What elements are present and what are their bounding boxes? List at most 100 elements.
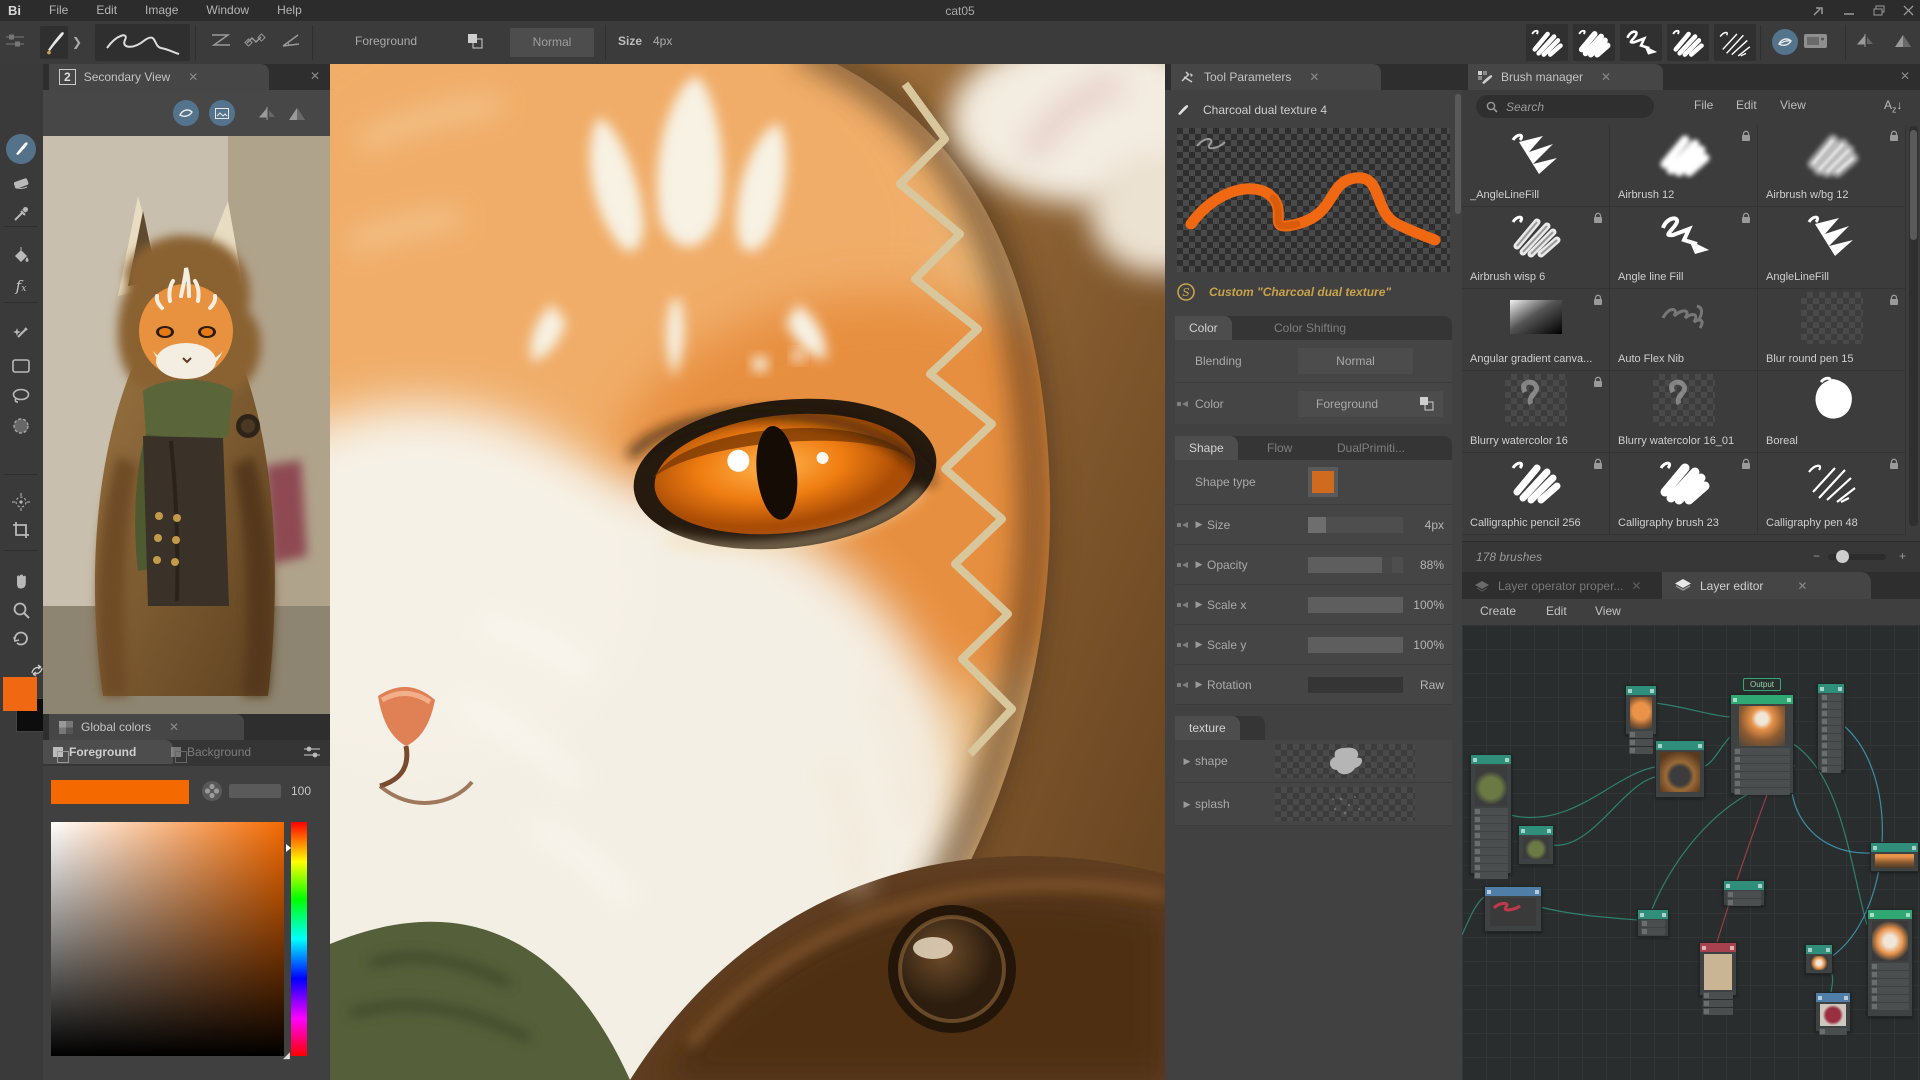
fill-bucket-tool[interactable] — [5, 242, 37, 270]
tab-dualprimitive[interactable]: DualPrimiti... — [1323, 436, 1419, 460]
tool-parameters-tab[interactable]: Tool Parameters ✕ — [1171, 64, 1381, 90]
blend-mode-button[interactable]: Normal — [510, 28, 594, 57]
node-layer-row[interactable] — [1871, 987, 1909, 994]
expander-icon[interactable]: ▶ — [1191, 559, 1207, 570]
tab-close-icon[interactable]: ✕ — [1601, 70, 1611, 84]
menu-edit[interactable]: Edit — [1546, 604, 1567, 618]
node-layer-row[interactable] — [1703, 1000, 1733, 1007]
layer-node[interactable] — [1730, 694, 1794, 794]
tool-options-icon[interactable] — [4, 33, 26, 49]
swap-colors-icon[interactable] — [30, 664, 44, 677]
sort-az-icon[interactable]: Az↓ — [1884, 98, 1903, 114]
expander-icon[interactable]: ▶ — [1191, 679, 1207, 690]
layer-node[interactable] — [1655, 740, 1705, 798]
node-layer-row[interactable] — [1474, 856, 1508, 863]
expander-icon[interactable]: ▶ — [1179, 799, 1195, 810]
menu-help[interactable]: Help — [263, 0, 316, 21]
tab-background[interactable]: Background — [161, 740, 291, 764]
panel-close-icon[interactable]: ✕ — [310, 69, 320, 83]
pen-pressure-icon[interactable] — [1177, 600, 1191, 610]
tab-close-icon[interactable]: ✕ — [1309, 70, 1319, 84]
node-header[interactable] — [1638, 910, 1668, 919]
color-options-icon[interactable] — [302, 745, 322, 759]
smoothing-angle-icon[interactable] — [280, 31, 302, 51]
node-layer-row[interactable] — [1734, 780, 1790, 787]
brush-manager-tab[interactable]: Brush manager ✕ — [1468, 64, 1663, 90]
brush-item[interactable]: Blurry watercolor 16 — [1462, 371, 1610, 453]
pen-pressure-icon[interactable] — [1177, 560, 1191, 570]
hue-bar[interactable] — [291, 822, 307, 1056]
node-layer-row[interactable] — [1819, 1028, 1847, 1035]
texture-row-splash[interactable]: ▶splash — [1175, 783, 1452, 826]
current-tool-button[interactable] — [40, 26, 68, 59]
node-layer-row[interactable] — [1474, 832, 1508, 839]
layer-node[interactable] — [1817, 683, 1845, 771]
minimize-icon[interactable] — [1843, 6, 1855, 16]
brush-item[interactable]: Airbrush wisp 6 — [1462, 207, 1610, 289]
rotate-canvas-tool[interactable] — [5, 624, 37, 652]
node-layer-row[interactable] — [1734, 748, 1790, 755]
node-header[interactable] — [1700, 943, 1736, 952]
node-layer-row[interactable] — [1871, 1003, 1909, 1010]
node-layer-row[interactable] — [1474, 864, 1508, 871]
secondary-view-image[interactable] — [43, 136, 330, 714]
stroke-style-preview[interactable] — [95, 24, 190, 61]
global-colors-tab[interactable]: Global colors ✕ — [49, 714, 244, 740]
rectangle-select-tool[interactable] — [5, 352, 37, 380]
mirror-icon[interactable] — [259, 105, 277, 122]
menu-view[interactable]: View — [1595, 604, 1621, 618]
layer-node[interactable] — [1723, 880, 1765, 906]
layer-node[interactable] — [1699, 942, 1737, 996]
node-header[interactable] — [1471, 755, 1511, 764]
node-layer-row[interactable] — [1727, 899, 1761, 906]
navigator-toggle-button[interactable] — [1772, 29, 1798, 55]
sv-picker[interactable] — [51, 822, 284, 1056]
brush-item[interactable]: Airbrush 12 — [1610, 125, 1758, 207]
panel-close-icon[interactable]: ✕ — [1900, 69, 1910, 83]
zoom-tool[interactable] — [5, 596, 37, 624]
texture-tab-label[interactable]: texture — [1175, 716, 1240, 740]
node-layer-row[interactable] — [1821, 718, 1841, 725]
brush-search-input[interactable]: Search — [1476, 95, 1654, 118]
magic-pen-tool[interactable] — [5, 320, 37, 348]
slider-row-size[interactable]: ▶Size4px — [1175, 505, 1452, 545]
lasso-tool[interactable] — [5, 382, 37, 410]
hue-marker[interactable] — [286, 844, 291, 852]
node-layer-row[interactable] — [1734, 756, 1790, 763]
smoothing-chain-icon[interactable] — [244, 31, 266, 51]
menu-create[interactable]: Create — [1480, 604, 1516, 618]
tab-close-icon[interactable]: ✕ — [1797, 579, 1807, 593]
recent-brush-thumbnail[interactable] — [1620, 24, 1662, 61]
size-value[interactable]: 4px — [653, 34, 672, 48]
recent-brush-thumbnail[interactable] — [1526, 24, 1568, 61]
node-header[interactable] — [1485, 887, 1541, 896]
brush-item[interactable]: Boreal — [1758, 371, 1906, 453]
tab-foreground[interactable]: Foreground — [43, 740, 173, 764]
tab-color[interactable]: Color — [1175, 316, 1232, 340]
tab-close-icon[interactable]: ✕ — [169, 720, 179, 734]
node-layer-row[interactable] — [1474, 872, 1508, 879]
node-layer-row[interactable] — [1727, 891, 1761, 898]
smoothing-zigzag-icon[interactable] — [210, 31, 232, 51]
brush-item[interactable]: Calligraphy brush 23 — [1610, 453, 1758, 535]
flip-view-icon[interactable] — [1893, 32, 1913, 49]
thumb-size-slider[interactable] — [1828, 554, 1886, 560]
node-layer-row[interactable] — [1734, 764, 1790, 771]
brush-tool[interactable] — [6, 134, 36, 164]
node-header[interactable] — [1871, 843, 1918, 852]
brush-item[interactable]: Angle line Fill — [1610, 207, 1758, 289]
pan-tool[interactable] — [5, 568, 37, 596]
brush-item[interactable]: Airbrush w/bg 12 — [1758, 125, 1906, 207]
expander-icon[interactable]: ▶ — [1191, 639, 1207, 650]
brush-item[interactable]: Angular gradient canva... — [1462, 289, 1610, 371]
current-brush-row[interactable]: Charcoal dual texture 4 — [1165, 98, 1472, 122]
slider-row-opacity[interactable]: ▶Opacity88% — [1175, 545, 1452, 585]
node-layer-row[interactable] — [1821, 694, 1841, 701]
pin-window-icon[interactable] — [1813, 6, 1825, 16]
slider-row-scale-x[interactable]: ▶Scale x100% — [1175, 585, 1452, 625]
blending-mode-button[interactable]: Normal — [1298, 348, 1413, 374]
node-header[interactable] — [1626, 686, 1656, 695]
node-layer-row[interactable] — [1641, 920, 1665, 927]
brush-item[interactable]: Blur round pen 15 — [1758, 289, 1906, 371]
restore-icon[interactable] — [1873, 5, 1885, 16]
